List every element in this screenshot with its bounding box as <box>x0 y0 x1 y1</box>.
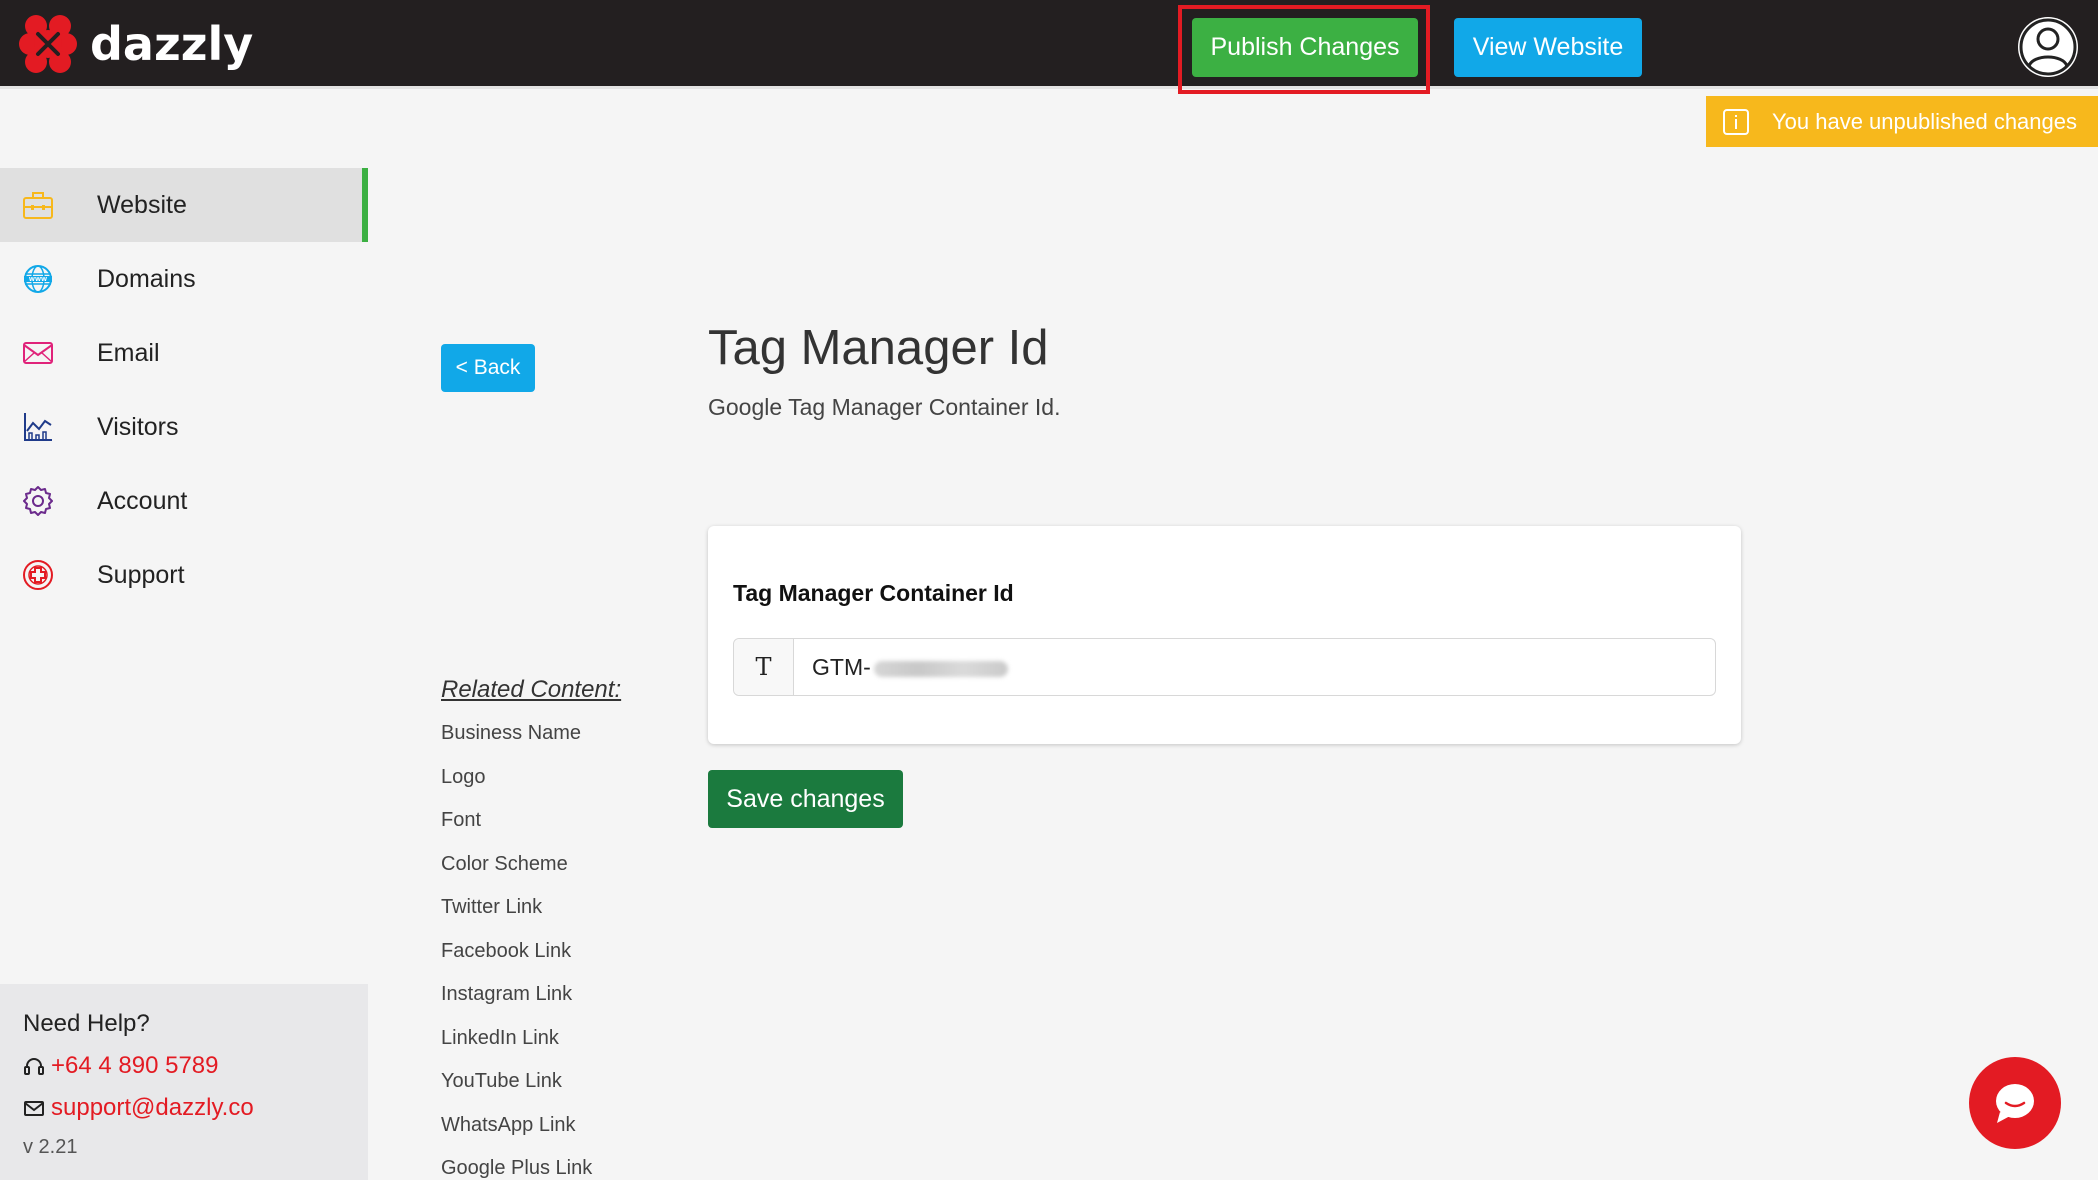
sidebar-item-visitors[interactable]: Visitors <box>0 390 368 464</box>
headset-icon <box>24 1058 44 1075</box>
redacted-value <box>874 661 1008 677</box>
info-icon <box>1723 108 1749 135</box>
page-title: Tag Manager Id <box>708 321 1049 375</box>
chart-icon <box>20 409 56 445</box>
globe-icon: WWW <box>20 261 56 297</box>
text-type-icon: T <box>734 639 794 695</box>
lifebuoy-icon <box>20 557 56 593</box>
save-changes-button[interactable]: Save changes <box>708 770 903 828</box>
related-content: Related Content: Business Name Logo Font… <box>441 676 621 1180</box>
help-email-address[interactable]: support@dazzly.co <box>51 1094 254 1122</box>
help-panel: Need Help? +64 4 890 5789 support@dazzly… <box>0 984 368 1180</box>
help-phone[interactable]: +64 4 890 5789 <box>23 1052 368 1080</box>
envelope-icon <box>24 1101 44 1116</box>
related-link[interactable]: Color Scheme <box>441 853 621 897</box>
related-content-title: Related Content: <box>441 676 622 703</box>
related-link[interactable]: YouTube Link <box>441 1070 621 1114</box>
unpublished-notice: You have unpublished changes <box>1706 96 2098 147</box>
related-link[interactable]: Google Plus Link <box>441 1157 621 1180</box>
gear-icon <box>20 483 56 519</box>
view-website-button[interactable]: View Website <box>1454 18 1642 77</box>
sidebar-item-label: Domains <box>97 264 196 293</box>
field-label: Tag Manager Container Id <box>733 580 1014 606</box>
related-link[interactable]: Business Name <box>441 722 621 766</box>
related-link[interactable]: Instagram Link <box>441 983 621 1027</box>
sidebar-item-label: Email <box>97 338 160 367</box>
sidebar-item-support[interactable]: Support <box>0 538 368 612</box>
back-button[interactable]: < Back <box>441 344 535 392</box>
sidebar-item-domains[interactable]: WWW Domains <box>0 242 368 316</box>
sidebar-item-label: Visitors <box>97 412 179 441</box>
related-link[interactable]: Facebook Link <box>441 940 621 984</box>
help-title: Need Help? <box>23 1010 150 1037</box>
sidebar-item-website[interactable]: Website <box>0 168 368 242</box>
envelope-icon <box>20 335 56 371</box>
sidebar-item-label: Account <box>97 486 188 515</box>
chat-button[interactable] <box>1969 1057 2061 1149</box>
top-bar: dazzly Publish Changes View Website <box>0 0 2098 89</box>
version-label: v 2.21 <box>23 1136 78 1158</box>
logo[interactable]: dazzly <box>16 12 253 76</box>
sidebar-item-email[interactable]: Email <box>0 316 368 390</box>
help-email[interactable]: support@dazzly.co <box>23 1094 368 1122</box>
related-link[interactable]: Font <box>441 809 621 853</box>
sidebar-item-label: Website <box>97 190 187 219</box>
settings-card: Tag Manager Container Id T <box>708 526 1741 744</box>
user-avatar-icon[interactable] <box>2016 15 2080 79</box>
related-link[interactable]: Logo <box>441 766 621 810</box>
sidebar-item-account[interactable]: Account <box>0 464 368 538</box>
briefcase-icon <box>20 187 56 223</box>
svg-text:WWW: WWW <box>29 277 47 283</box>
highlight-frame <box>1178 5 1430 94</box>
sidebar-item-label: Support <box>97 560 185 589</box>
page-subtitle: Google Tag Manager Container Id. <box>708 394 1061 420</box>
logo-text: dazzly <box>90 17 254 71</box>
notice-text: You have unpublished changes <box>1772 108 2078 134</box>
dazzly-logo-icon <box>19 15 77 73</box>
help-phone-number[interactable]: +64 4 890 5789 <box>51 1052 219 1080</box>
related-link[interactable]: LinkedIn Link <box>441 1027 621 1071</box>
related-link[interactable]: WhatsApp Link <box>441 1114 621 1158</box>
related-link[interactable]: Twitter Link <box>441 896 621 940</box>
chat-bubble-icon <box>1996 1084 2034 1123</box>
sidebar: Website WWW Domains Email Visitors Accou… <box>0 168 368 612</box>
tag-manager-field: T <box>733 638 1716 696</box>
